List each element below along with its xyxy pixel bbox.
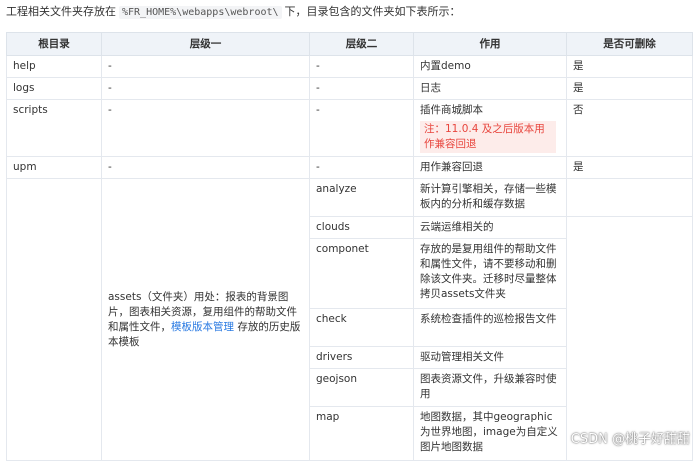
intro-text: 工程相关文件夹存放在%FR_HOME%\webapps\webroot\下，目录… [6, 4, 461, 21]
deletable-cell-empty [567, 179, 693, 217]
level2-cell: clouds [310, 217, 414, 239]
level2-cell: - [310, 78, 414, 100]
usage-cell: 系统检查插件的巡检报告文件 [414, 309, 567, 347]
deletable-cell: 是 [567, 157, 693, 179]
root-cell: help [7, 56, 102, 78]
table-row: help - - 内置demo 是 [7, 56, 693, 78]
level2-cell: analyze [310, 179, 414, 217]
table-row: assets（文件夹）用处：报表的背景图片，图表相关资源，复用组件的帮助文件和属… [7, 179, 693, 217]
level2-cell: drivers [310, 347, 414, 369]
level2-cell: geojson [310, 369, 414, 407]
table-row: logs - - 日志 是 [7, 78, 693, 100]
root-cell: upm [7, 157, 102, 179]
deletable-cell: 是 [567, 56, 693, 78]
directory-table: 根目录 层级一 层级二 作用 是否可删除 help - - 内置demo 是 l… [6, 32, 693, 461]
usage-cell: 插件商城脚本 注：11.0.4 及之后版本用作兼容回退 [414, 100, 567, 157]
table-header-row: 根目录 层级一 层级二 作用 是否可删除 [7, 33, 693, 56]
usage-cell: 新计算引擎相关，存储一些模板内的分析和缓存数据 [414, 179, 567, 217]
header-level2: 层级二 [310, 33, 414, 56]
root-cell: logs [7, 78, 102, 100]
header-deletable: 是否可删除 [567, 33, 693, 56]
level2-cell: check [310, 309, 414, 347]
usage-text: 插件商城脚本 [420, 104, 483, 116]
usage-cell: 存放的是复用组件的帮助文件和属性文件，请不要移动和删除该文件夹。迁移时尽量整体拷… [414, 239, 567, 309]
root-cell-empty [7, 179, 102, 461]
level1-cell: - [102, 78, 310, 100]
level1-cell: - [102, 100, 310, 157]
intro-after: 下，目录包含的文件夹如下表所示： [285, 5, 461, 18]
usage-cell: 内置demo [414, 56, 567, 78]
level2-cell: map [310, 407, 414, 461]
level1-cell: - [102, 56, 310, 78]
header-root: 根目录 [7, 33, 102, 56]
usage-cell: 图表资源文件，升级兼容时使用 [414, 369, 567, 407]
level2-cell: componet [310, 239, 414, 309]
deletable-cell-empty [567, 217, 693, 461]
intro-path: %FR_HOME%\webapps\webroot\ [119, 6, 282, 19]
assets-description-cell: assets（文件夹）用处：报表的背景图片，图表相关资源，复用组件的帮助文件和属… [102, 179, 310, 461]
level2-cell: - [310, 100, 414, 157]
usage-cell: 驱动管理相关文件 [414, 347, 567, 369]
usage-cell: 用作兼容回退 [414, 157, 567, 179]
header-usage: 作用 [414, 33, 567, 56]
intro-before: 工程相关文件夹存放在 [6, 5, 116, 18]
usage-cell: 日志 [414, 78, 567, 100]
root-cell: scripts [7, 100, 102, 157]
deletable-cell: 是 [567, 78, 693, 100]
table-row: upm - - 用作兼容回退 是 [7, 157, 693, 179]
header-level1: 层级一 [102, 33, 310, 56]
level2-cell: - [310, 157, 414, 179]
deletable-cell: 否 [567, 100, 693, 157]
version-management-link[interactable]: 模板版本管理 [171, 321, 234, 333]
level2-cell: - [310, 56, 414, 78]
usage-cell: 云端运维相关的 [414, 217, 567, 239]
level1-cell: - [102, 157, 310, 179]
csdn-watermark: CSDN @桃子好甜甜 [571, 428, 690, 447]
version-note: 注：11.0.4 及之后版本用作兼容回退 [420, 121, 556, 153]
usage-cell: 地图数据，其中geographic为世界地图，image为自定义图片地图数据 [414, 407, 567, 461]
table-row: scripts - - 插件商城脚本 注：11.0.4 及之后版本用作兼容回退 … [7, 100, 693, 157]
